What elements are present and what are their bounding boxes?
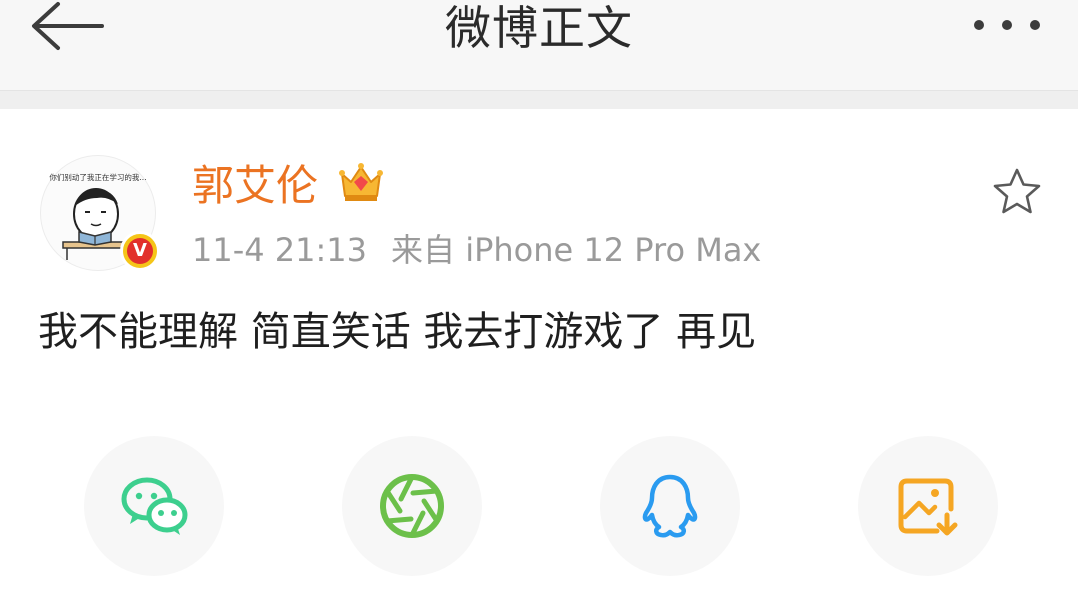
save-image-button[interactable] (858, 436, 998, 576)
share-moments-button[interactable] (342, 436, 482, 576)
back-button[interactable] (24, 0, 108, 56)
wechat-icon (121, 477, 188, 535)
share-qq-button[interactable] (600, 436, 740, 576)
qq-icon (642, 474, 698, 538)
top-nav-bar: 微博正文 (0, 0, 1078, 91)
crown-icon (339, 163, 383, 201)
section-divider (0, 91, 1078, 109)
moments-icon (380, 474, 444, 538)
avatar-caption: 你们别动了我正在学习的我... (49, 172, 146, 182)
post-content: 我不能理解 简直笑话 我去打游戏了 再见 (38, 309, 757, 355)
more-button[interactable] (966, 0, 1056, 50)
favorite-button[interactable] (990, 166, 1044, 218)
star-outline-icon (993, 168, 1041, 214)
save-image-icon (898, 478, 958, 536)
post-meta: 11-4 21:13 来自 iPhone 12 Pro Max (192, 228, 761, 272)
page-title: 微博正文 (445, 1, 633, 55)
author-name[interactable]: 郭艾伦 (192, 160, 318, 212)
weibo-detail-page: 微博正文 你们别动了我正在学习的我... V 郭艾伦 11-4 21:13 来自… (0, 0, 1078, 607)
post-source: 来自 iPhone 12 Pro Max (391, 231, 762, 269)
verified-badge-icon: V (120, 231, 160, 271)
more-dots-icon (974, 20, 1040, 30)
share-wechat-button[interactable] (84, 436, 224, 576)
post-time: 11-4 21:13 (192, 231, 368, 269)
arrow-left-icon (32, 2, 104, 50)
